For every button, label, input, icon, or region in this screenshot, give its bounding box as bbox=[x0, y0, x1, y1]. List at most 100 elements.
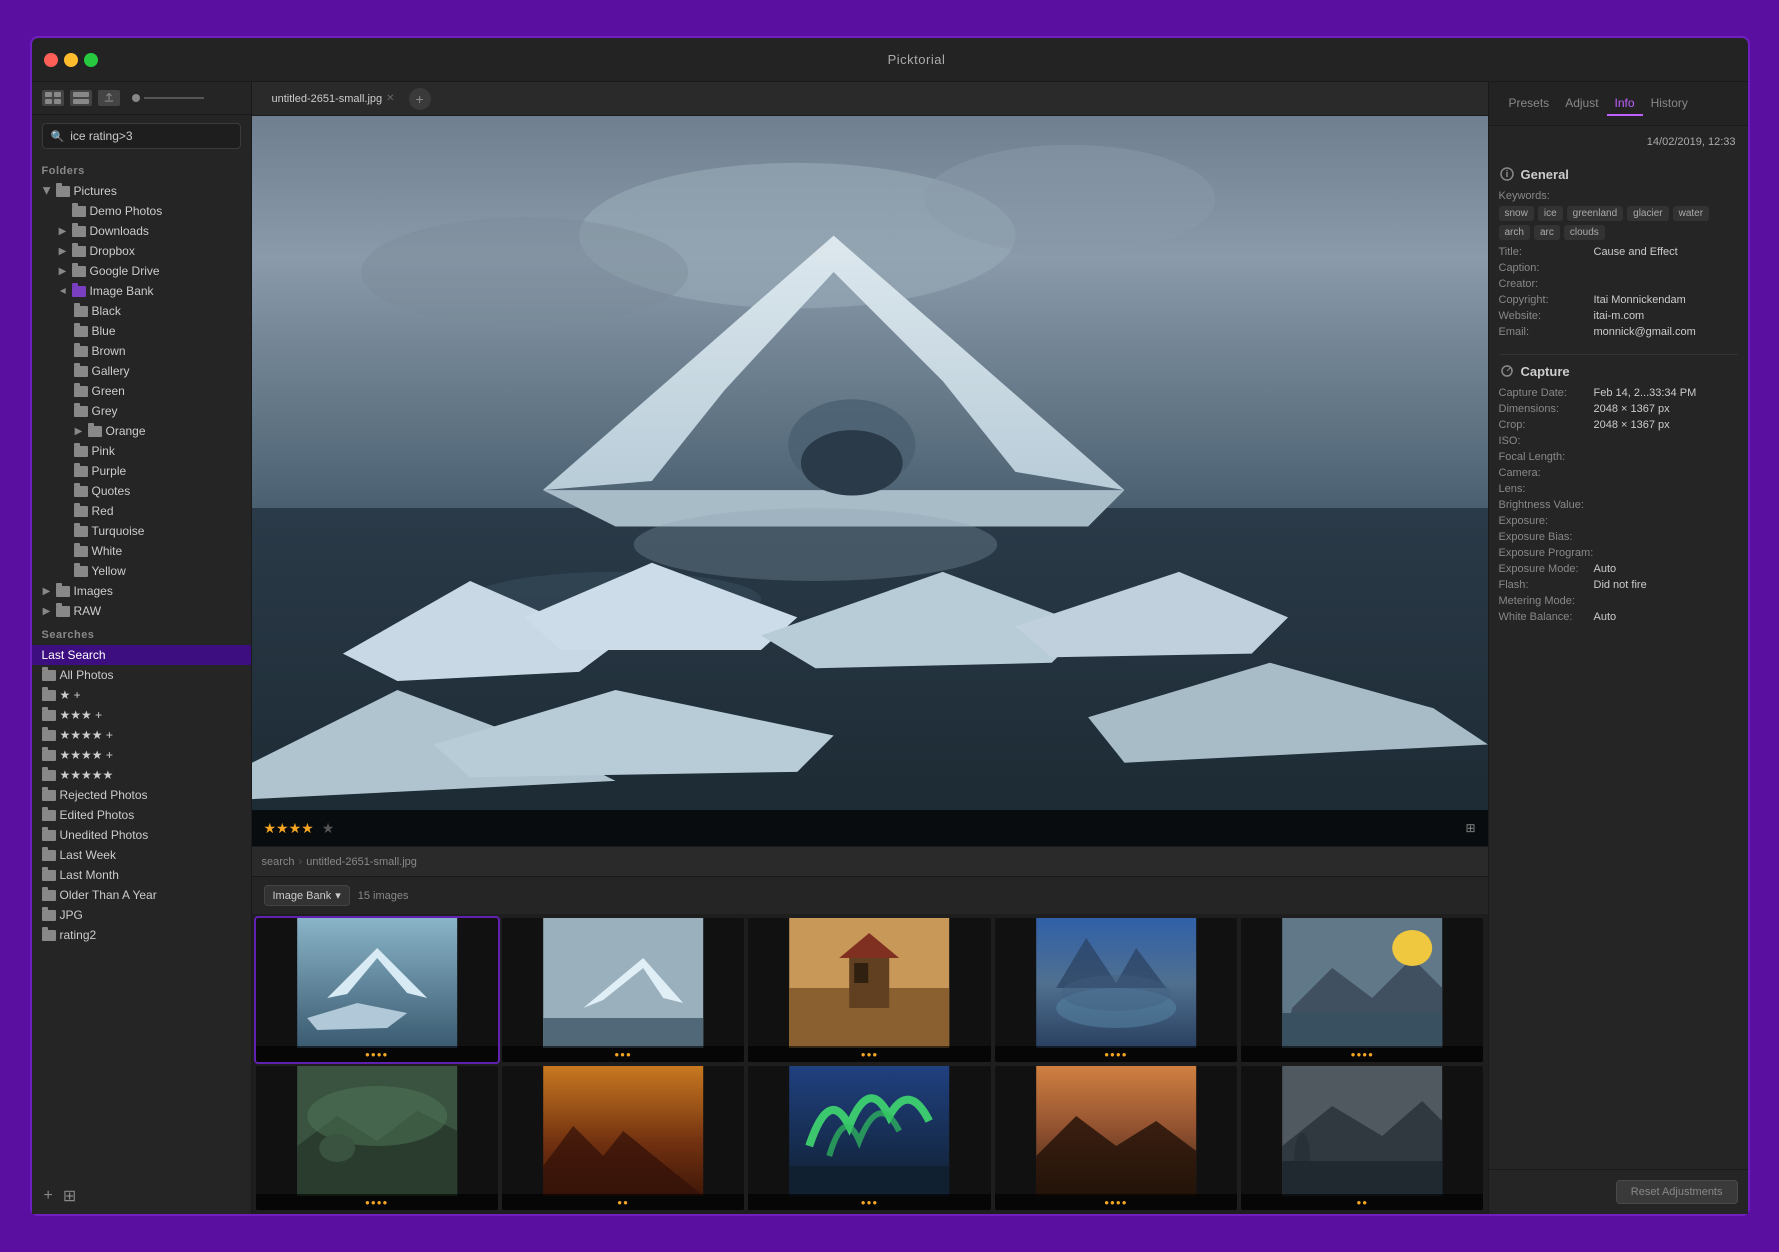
sidebar-item-rejected[interactable]: Rejected Photos bbox=[32, 785, 251, 805]
sidebar-item-older[interactable]: Older Than A Year bbox=[32, 885, 251, 905]
reset-adjustments-button[interactable]: Reset Adjustments bbox=[1616, 1180, 1738, 1204]
view-icon-2[interactable] bbox=[70, 90, 92, 106]
maximize-button[interactable] bbox=[84, 53, 98, 67]
thumbnail-8[interactable]: ●●● bbox=[748, 1066, 990, 1210]
close-button[interactable] bbox=[44, 53, 58, 67]
sidebar-item-dropbox[interactable]: ▶ Dropbox bbox=[48, 241, 251, 261]
add-button[interactable]: + bbox=[44, 1187, 53, 1205]
sidebar-item-last-week[interactable]: Last Week bbox=[32, 845, 251, 865]
exposure-mode-value: Auto bbox=[1594, 563, 1738, 575]
sidebar-item-purple[interactable]: Purple bbox=[64, 461, 251, 481]
thumbnail-3[interactable]: ●●● bbox=[748, 918, 990, 1062]
thumb-rating: ●● bbox=[502, 1194, 744, 1210]
sidebar-item-turquoise[interactable]: Turquoise bbox=[64, 521, 251, 541]
tab-info[interactable]: Info bbox=[1607, 92, 1643, 116]
sidebar-item-star5[interactable]: ★★★★★ bbox=[32, 765, 251, 785]
thumb-rating: ●●●● bbox=[256, 1046, 498, 1062]
sidebar-item-all-photos[interactable]: All Photos bbox=[32, 665, 251, 685]
zoom-slider[interactable] bbox=[132, 94, 204, 102]
sidebar-item-black[interactable]: Black bbox=[64, 301, 251, 321]
sidebar-item-orange[interactable]: ▶ Orange bbox=[64, 421, 251, 441]
dimensions-label: Dimensions: bbox=[1499, 403, 1594, 415]
thumbnail-6[interactable]: ●●●● bbox=[256, 1066, 498, 1210]
sidebar-item-star3[interactable]: ★★★ + bbox=[32, 705, 251, 725]
sidebar-item-image-bank[interactable]: ▼ Image Bank bbox=[48, 281, 251, 301]
sidebar-item-green[interactable]: Green bbox=[64, 381, 251, 401]
title-value: Cause and Effect bbox=[1594, 246, 1738, 258]
thumbnail-2[interactable]: ●●● bbox=[502, 918, 744, 1062]
tab-close-button[interactable]: ✕ bbox=[386, 93, 394, 104]
sidebar-item-star4[interactable]: ★★★★ + bbox=[32, 745, 251, 765]
arrow-icon: ▶ bbox=[58, 266, 68, 276]
keyword-ice: ice bbox=[1538, 206, 1563, 221]
sidebar-item-yellow[interactable]: Yellow bbox=[64, 561, 251, 581]
tab-history[interactable]: History bbox=[1643, 92, 1696, 116]
folder-label: Orange bbox=[106, 424, 146, 438]
image-tab[interactable]: untitled-2651-small.jpg ✕ bbox=[260, 89, 407, 109]
grid-view-button[interactable]: ⊞ bbox=[63, 1186, 76, 1206]
website-value: itai-m.com bbox=[1594, 310, 1738, 322]
sidebar-item-google-drive[interactable]: ▶ Google Drive bbox=[48, 261, 251, 281]
thumbnail-4[interactable]: ●●●● bbox=[995, 918, 1237, 1062]
sidebar-item-pink[interactable]: Pink bbox=[64, 441, 251, 461]
sidebar-item-unedited[interactable]: Unedited Photos bbox=[32, 825, 251, 845]
main-photo bbox=[252, 116, 1488, 846]
tab-adjust[interactable]: Adjust bbox=[1557, 92, 1606, 116]
folder-icon bbox=[56, 606, 70, 617]
sidebar-item-pictures[interactable]: ▶ Pictures bbox=[32, 181, 251, 201]
sidebar-item-star4p[interactable]: ★★★★ + bbox=[32, 725, 251, 745]
sidebar-item-rating2[interactable]: rating2 bbox=[32, 925, 251, 945]
thumbnail-1[interactable]: ●●●● bbox=[256, 918, 498, 1062]
sidebar-item-last-month[interactable]: Last Month bbox=[32, 865, 251, 885]
star-empty[interactable]: ★ bbox=[322, 820, 335, 837]
search-item-label: Last Month bbox=[60, 868, 119, 882]
keyword-clouds: clouds bbox=[1564, 225, 1605, 240]
capture-icon bbox=[1499, 363, 1515, 379]
thumbnail-9[interactable]: ●●●● bbox=[995, 1066, 1237, 1210]
sidebar-item-white[interactable]: White bbox=[64, 541, 251, 561]
keyword-greenland: greenland bbox=[1567, 206, 1623, 221]
search-input[interactable]: ice rating>3 bbox=[70, 129, 132, 143]
breadcrumb-filename: untitled-2651-small.jpg bbox=[306, 856, 417, 868]
folder-label: Black bbox=[92, 304, 121, 318]
keywords-row: Keywords: bbox=[1499, 190, 1738, 202]
thumbnail-7[interactable]: ●● bbox=[502, 1066, 744, 1210]
sidebar-item-gallery[interactable]: Gallery bbox=[64, 361, 251, 381]
title-row: Title: Cause and Effect bbox=[1499, 246, 1738, 258]
sidebar-item-jpg[interactable]: JPG bbox=[32, 905, 251, 925]
folder-icon bbox=[42, 810, 56, 821]
share-icon[interactable] bbox=[98, 90, 120, 106]
view-icon-1[interactable] bbox=[42, 90, 64, 106]
sidebar-item-downloads[interactable]: ▶ Downloads bbox=[48, 221, 251, 241]
sidebar-item-red[interactable]: Red bbox=[64, 501, 251, 521]
sidebar-item-raw[interactable]: ▶ RAW bbox=[32, 601, 251, 621]
title-label: Title: bbox=[1499, 246, 1594, 258]
minimize-button[interactable] bbox=[64, 53, 78, 67]
main-layout: 🔍 ice rating>3 Folders ▶ Pictures ▶ Demo… bbox=[32, 82, 1748, 1214]
thumbnail-5[interactable]: ●●●● bbox=[1241, 918, 1483, 1062]
edit-icon[interactable]: ⊞ bbox=[1465, 821, 1475, 835]
search-box[interactable]: 🔍 ice rating>3 bbox=[42, 123, 241, 149]
image-bank-selector[interactable]: Image Bank ▾ bbox=[264, 885, 350, 906]
folder-label: Demo Photos bbox=[90, 204, 163, 218]
thumbnail-10[interactable]: ●● bbox=[1241, 1066, 1483, 1210]
sidebar-item-images[interactable]: ▶ Images bbox=[32, 581, 251, 601]
sidebar-item-last-search[interactable]: Last Search bbox=[32, 645, 251, 665]
add-tab-button[interactable]: + bbox=[409, 88, 431, 110]
sidebar-item-blue[interactable]: Blue bbox=[64, 321, 251, 341]
search-item-label: rating2 bbox=[60, 928, 97, 942]
center-content: untitled-2651-small.jpg ✕ + bbox=[252, 82, 1488, 1214]
focal-length-row: Focal Length: bbox=[1499, 451, 1738, 463]
creator-label: Creator: bbox=[1499, 278, 1594, 290]
folder-label: Red bbox=[92, 504, 114, 518]
sidebar-item-demo-photos[interactable]: ▶ Demo Photos bbox=[48, 201, 251, 221]
sidebar-item-brown[interactable]: Brown bbox=[64, 341, 251, 361]
sidebar-item-edited[interactable]: Edited Photos bbox=[32, 805, 251, 825]
search-item-label: ★★★★ + bbox=[60, 728, 113, 742]
sidebar-item-star2[interactable]: ★ + bbox=[32, 685, 251, 705]
metering-mode-row: Metering Mode: bbox=[1499, 595, 1738, 607]
sidebar-item-quotes[interactable]: Quotes bbox=[64, 481, 251, 501]
sidebar-item-grey[interactable]: Grey bbox=[64, 401, 251, 421]
tab-presets[interactable]: Presets bbox=[1501, 92, 1558, 116]
star-filled[interactable]: ★★★★ bbox=[264, 820, 314, 837]
